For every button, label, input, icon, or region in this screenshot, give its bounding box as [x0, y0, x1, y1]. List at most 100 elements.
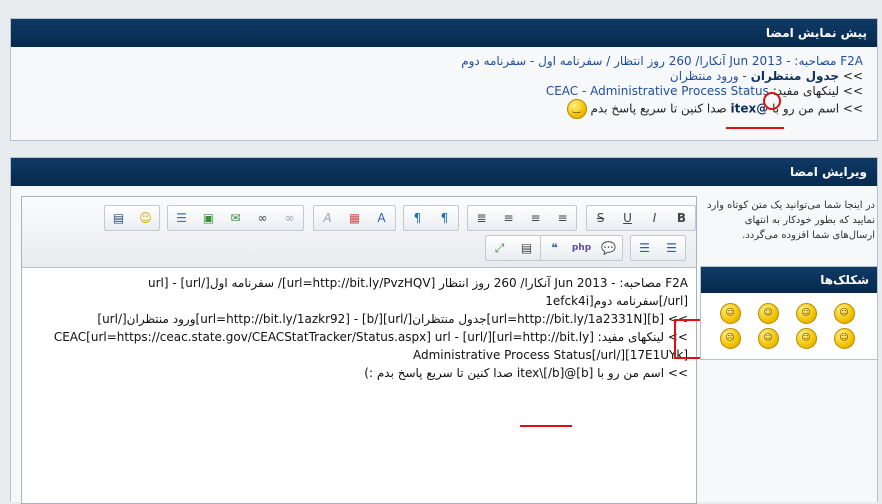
- toolbar-group-font: A ▦ A: [313, 205, 396, 231]
- unlink-button[interactable]: ∞: [276, 206, 303, 230]
- smiley-icon: ‿: [566, 99, 587, 119]
- sig-line-1-text[interactable]: F2A مصاحبه: - Jun 2013 آنکارا/ 260 روز ا…: [461, 54, 863, 68]
- sig-line-3: >> لینکهای مفید: CEAC - Administrative P…: [21, 84, 863, 99]
- video-button[interactable]: ▤: [105, 206, 132, 230]
- smiley-icon[interactable]: ☺: [795, 328, 817, 349]
- editor-box: S U I B ≣ ≡ ≡ ≡ ¶ ¶ A ▦ A ☰ ▣ ✉ ∞ ∞ ▤ ☺ …: [21, 196, 702, 504]
- font-size-icon: A: [323, 211, 332, 225]
- italic-icon: I: [652, 211, 657, 225]
- bullet-list-icon: ☰: [666, 241, 677, 255]
- justify-icon: ≣: [476, 211, 487, 225]
- signature-textarea[interactable]: F2A مصاحبه: - Jun 2013 آنکارا/ 260 روز ا…: [22, 268, 696, 503]
- strike-button[interactable]: S: [587, 206, 614, 230]
- email-button[interactable]: ✉: [222, 206, 249, 230]
- smiley-icon: ☺: [139, 211, 152, 225]
- annotation-box: [674, 319, 702, 359]
- signature-preview-body: F2A مصاحبه: - Jun 2013 آنکارا/ 260 روز ا…: [11, 47, 877, 119]
- color-button[interactable]: ▦: [341, 206, 368, 230]
- editor-title: ویرایش امضا: [11, 158, 877, 186]
- comment-button[interactable]: 💬: [595, 236, 622, 260]
- sig-ceac-link[interactable]: CEAC - Administrative Process Status: [546, 84, 769, 98]
- font-size-button[interactable]: A: [314, 206, 341, 230]
- toolbar-group-format: S U I B: [586, 205, 696, 231]
- sig-line-4-prefix: >> اسم من رو با: [772, 101, 863, 116]
- sig-line-4: >> اسم من رو با @itex صدا کنین تا سریع پ…: [21, 99, 863, 119]
- textarea-line: F2A مصاحبه: - Jun 2013 آنکارا/ 260 روز ا…: [148, 276, 688, 290]
- smiley-icon[interactable]: ☺: [719, 303, 741, 324]
- align-left-button[interactable]: ≡: [549, 206, 576, 230]
- underline-icon: U: [623, 211, 632, 225]
- smilies-title: شکلک‌ها: [701, 267, 877, 293]
- smiley-icon[interactable]: ☺: [795, 303, 817, 324]
- sig-line-2-prefix: >>: [842, 69, 863, 83]
- resize-icon: ⤢: [494, 240, 505, 255]
- source-icon: ▤: [520, 241, 533, 255]
- toolbar-group-lists: ☰ ☰: [630, 235, 686, 261]
- textarea-line: [17E1UYk]Administrative Process Status[/…: [413, 348, 688, 362]
- numbered-list-icon: ☰: [639, 241, 650, 255]
- align-right-icon: ≡: [503, 211, 514, 225]
- align-left-icon: ≡: [557, 211, 568, 225]
- video-icon: ▤: [112, 211, 125, 225]
- bold-button[interactable]: B: [668, 206, 695, 230]
- smiley-button[interactable]: ☺: [132, 206, 159, 230]
- align-center-icon: ≡: [530, 211, 541, 225]
- font-button[interactable]: A: [368, 206, 395, 230]
- color-palette-icon: ▦: [348, 211, 361, 225]
- underline-button[interactable]: U: [614, 206, 641, 230]
- bold-icon: B: [676, 211, 687, 225]
- preview-title: پیش نمایش امضا: [11, 19, 877, 47]
- resize-button[interactable]: ⤢: [486, 236, 513, 260]
- sig-line-3-prefix: >> لینکهای مفید:: [772, 84, 863, 98]
- ltr-button[interactable]: ¶: [404, 206, 431, 230]
- strike-icon: S: [596, 211, 605, 225]
- comment-icon: 💬: [601, 241, 616, 255]
- smiley-icon[interactable]: ☺: [757, 328, 779, 349]
- unlink-icon: ∞: [284, 211, 295, 225]
- justify-button[interactable]: ≣: [468, 206, 495, 230]
- annotation-underline: [726, 127, 784, 129]
- smiley-icon[interactable]: ☹: [719, 328, 741, 349]
- toolbar-group-insert: ☰ ▣ ✉ ∞ ∞: [167, 205, 304, 231]
- sig-waiting-entry-link[interactable]: - ورود منتظران: [670, 69, 747, 83]
- source-button[interactable]: ▤: [513, 236, 540, 260]
- sig-line-2: >> جدول منتظران - ورود منتظران: [21, 69, 863, 84]
- sig-waiting-table-link[interactable]: جدول منتظران: [751, 69, 839, 83]
- italic-button[interactable]: I: [641, 206, 668, 230]
- signature-description: در اینجا شما می‌توانید یک متن کوتاه وارد…: [707, 200, 875, 241]
- toolbar-group-view: ⤢ ▤: [485, 235, 541, 261]
- textarea-line: [url/]سفرنامه دوم[1efck4i: [545, 294, 688, 308]
- link-icon: ∞: [257, 211, 268, 225]
- textarea-line: >> [b][url=http://bit.ly/1a2331N]جدول من…: [97, 312, 688, 326]
- indent-icon: ☰: [176, 211, 187, 225]
- signature-editor-panel: ویرایش امضا S U I B ≣ ≡ ≡ ≡ ¶ ¶ A ▦ A ☰ …: [10, 157, 878, 504]
- smiley-icon[interactable]: ☺: [833, 303, 855, 324]
- smiley-icon[interactable]: ☺: [833, 328, 855, 349]
- align-center-button[interactable]: ≡: [522, 206, 549, 230]
- email-icon: ✉: [230, 211, 241, 225]
- editor-toolbar: S U I B ≣ ≡ ≡ ≡ ¶ ¶ A ▦ A ☰ ▣ ✉ ∞ ∞ ▤ ☺ …: [22, 197, 696, 268]
- textarea-line: >> اسم من رو با [b]@itex\[/b] صدا کنین ت…: [364, 366, 688, 380]
- toolbar-group-align: ≣ ≡ ≡ ≡: [467, 205, 577, 231]
- signature-preview-panel: پیش نمایش امضا F2A مصاحبه: - Jun 2013 آن…: [10, 18, 878, 141]
- rtl-button[interactable]: ¶: [431, 206, 458, 230]
- quote-button[interactable]: ❝: [541, 236, 568, 260]
- image-button[interactable]: ▣: [195, 206, 222, 230]
- toolbar-group-blocks: ❝ php 💬: [540, 235, 623, 261]
- annotation-underline: [520, 425, 572, 427]
- bullet-list-button[interactable]: ☰: [658, 236, 685, 260]
- link-button[interactable]: ∞: [249, 206, 276, 230]
- php-button[interactable]: php: [568, 236, 595, 260]
- font-icon: A: [377, 211, 386, 225]
- sig-line-4-rest: صدا کنین تا سریع پاسخ بدم: [590, 101, 727, 116]
- numbered-list-button[interactable]: ☰: [631, 236, 658, 260]
- align-right-button[interactable]: ≡: [495, 206, 522, 230]
- annotation-circle: [763, 92, 781, 110]
- indent-button[interactable]: ☰: [168, 206, 195, 230]
- quote-icon: ❝: [551, 241, 558, 255]
- rtl-icon: ¶: [440, 211, 449, 225]
- ltr-icon: ¶: [413, 211, 422, 225]
- toolbar-group-media: ▤ ☺: [104, 205, 160, 231]
- smiley-icon[interactable]: ☺: [757, 303, 779, 324]
- image-icon: ▣: [202, 211, 215, 225]
